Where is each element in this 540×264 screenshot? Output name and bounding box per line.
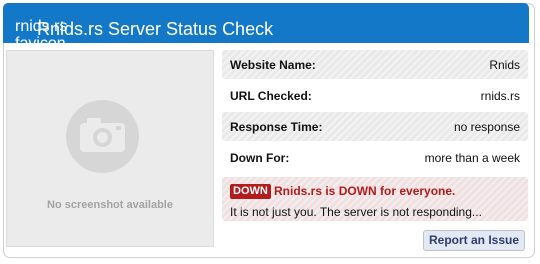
status-headline: Rnids.rs is DOWN for everyone. — [274, 184, 456, 198]
screenshot-placeholder: No screenshot available — [6, 50, 214, 247]
detail-label: Website Name: — [230, 58, 316, 72]
no-screenshot-text: No screenshot available — [47, 199, 173, 211]
status-badge: DOWN — [230, 184, 271, 199]
detail-row-response-time: Response Time: no response — [222, 112, 528, 141]
detail-value: rnids.rs — [480, 89, 520, 103]
report-issue-button[interactable]: Report an Issue — [423, 230, 525, 251]
status-detail: It is not just you. The server is not re… — [230, 205, 482, 219]
camera-icon — [66, 100, 139, 173]
detail-label: URL Checked: — [230, 89, 312, 103]
detail-value: more than a week — [424, 151, 520, 165]
detail-row-url-checked: URL Checked: rnids.rs — [222, 81, 528, 110]
card-header: rnids.rs favicon Rnids.rs Server Status … — [3, 3, 529, 43]
detail-value: no response — [453, 120, 520, 134]
detail-value: Rnids — [489, 58, 520, 72]
detail-label: Down For: — [230, 151, 290, 165]
detail-row-website-name: Website Name: Rnids — [222, 50, 528, 79]
status-box: DOWN Rnids.rs is DOWN for everyone. It i… — [222, 177, 528, 221]
detail-row-down-for: Down For: more than a week — [222, 143, 528, 172]
page-title: Rnids.rs Server Status Check — [37, 19, 274, 39]
detail-label: Response Time: — [230, 120, 323, 134]
